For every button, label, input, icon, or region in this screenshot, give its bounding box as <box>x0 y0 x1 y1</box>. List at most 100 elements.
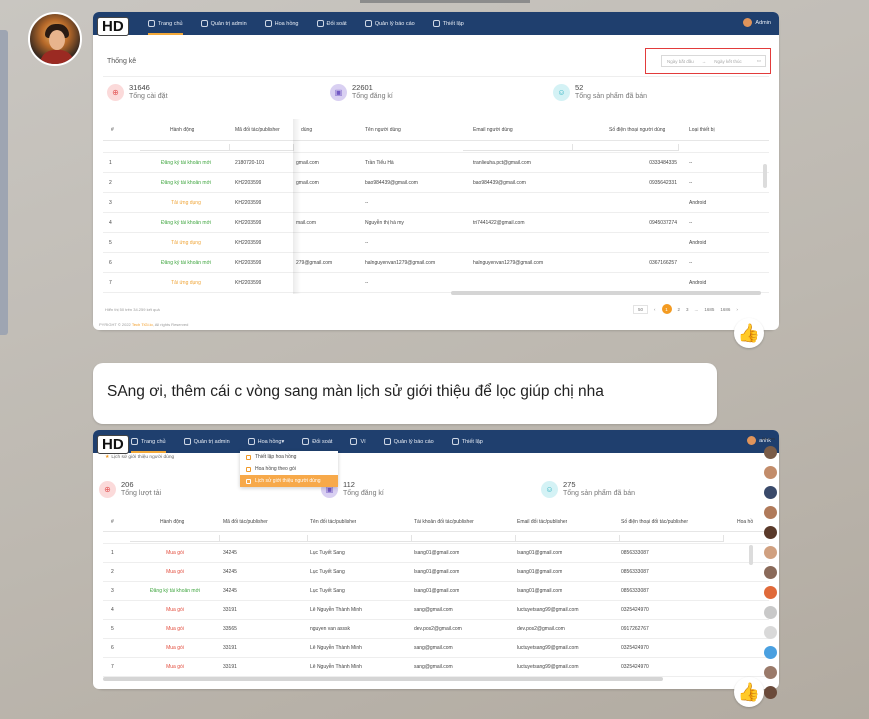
page-size-select[interactable]: 50 <box>633 304 649 314</box>
top-divider <box>360 0 530 3</box>
table-row[interactable]: 3 Tải ứng dụng KH2203599 -- Android <box>103 193 769 213</box>
seen-avatar[interactable] <box>764 606 777 619</box>
table-row[interactable]: 1 Đăng ký tài khoản mới 2180720-101 gmail.c… <box>103 153 769 173</box>
like-button-1[interactable]: 👍 <box>734 318 764 348</box>
filter-row <box>103 141 769 153</box>
filter-action[interactable] <box>130 535 220 542</box>
table-row[interactable]: 1 Mua gói 34245 Lục Tuyết Sang lsang01@gmail… <box>103 544 769 563</box>
left-scroll-strip[interactable] <box>0 30 8 335</box>
page-1685[interactable]: 1685 <box>704 307 714 312</box>
attached-screenshot-2[interactable]: HD Trang chủ Quản trị admin Hoa hồng ▾ Đ… <box>93 430 779 689</box>
table-row[interactable]: 7 Mua gói 33191 Lê Nguyễn Thành Minh sang@gm… <box>103 658 769 677</box>
sender-avatar[interactable] <box>28 12 82 66</box>
seen-avatar[interactable] <box>764 526 777 539</box>
seen-avatar[interactable] <box>764 506 777 519</box>
users-icon <box>183 438 191 445</box>
nav-reports[interactable]: Quản lý báo cáo <box>364 12 415 35</box>
top-navbar: Trang chủ Quản trị admin Hoa hồng Đối so… <box>93 12 779 35</box>
table-row[interactable]: 2 Đăng ký tài khoản mới KH2203599 gmail.com… <box>103 173 769 193</box>
data-table-2: # Hành động Mã đối tác/publisher Tên đối… <box>103 512 769 682</box>
nav-admin[interactable]: Quản trị admin <box>183 430 230 453</box>
nav-wallet[interactable]: Ví <box>350 430 366 453</box>
user-avatar <box>743 18 753 27</box>
attached-screenshot-1[interactable]: HD Trang chủ Quản trị admin Hoa hồng Đối… <box>93 12 779 330</box>
stat-downloads: ⊕ 206 Tổng lượt tải <box>99 480 161 498</box>
vertical-scrollbar[interactable] <box>763 164 767 188</box>
filter-phone[interactable] <box>573 144 679 151</box>
page-3[interactable]: 3 <box>686 307 689 312</box>
vertical-scrollbar[interactable] <box>749 545 753 565</box>
date-range-picker[interactable]: Ngày bắt đầu → Ngày kết thúc ▭ <box>661 55 766 67</box>
copyright: PYRIGHT © 2022 Tech TiGi.io, All rights … <box>99 322 189 327</box>
seen-avatar[interactable] <box>764 546 777 559</box>
nav-commission[interactable]: Hoa hồng ▾ <box>247 430 284 453</box>
user-icon: ☺ <box>553 83 570 101</box>
menu-item-referral-history[interactable]: Lịch sử giới thiệu người dùng <box>240 475 338 487</box>
table-row[interactable]: 7 Tải ứng dụng KH2203599 -- Android <box>103 273 769 293</box>
report-icon <box>364 20 372 27</box>
horizontal-scrollbar[interactable] <box>103 677 663 681</box>
filter-partner-name[interactable] <box>308 535 412 542</box>
stat-registrations: ▣ 22601 Tổng đăng kí <box>330 83 393 101</box>
nav-home[interactable]: Trang chủ <box>131 430 166 453</box>
thumbs-up-icon: 👍 <box>737 681 761 702</box>
nav-reports[interactable]: Quản lý báo cáo <box>383 430 434 453</box>
calendar-icon: ▭ <box>756 58 761 63</box>
seen-avatar[interactable] <box>764 686 777 699</box>
seen-by-strip: Đã xem <box>760 437 780 707</box>
home-icon <box>148 20 155 27</box>
seen-avatar[interactable] <box>764 646 777 659</box>
nav-admin[interactable]: Quản trị admin <box>200 12 247 35</box>
user-menu[interactable]: Admin <box>743 18 771 27</box>
nav-settings[interactable]: Thiết lập <box>451 430 483 453</box>
data-table-1: # Hành động Mã đối tác/publisher dùng Tê… <box>103 119 769 295</box>
seen-avatar[interactable] <box>764 446 777 459</box>
message-text: SAng ơi, thêm cái c vòng sang màn lịch s… <box>107 383 604 400</box>
seen-avatar[interactable] <box>764 486 777 499</box>
filter-partner-email[interactable] <box>516 535 620 542</box>
stat-products-sold: ☺ 275 Tổng sản phẩm đã bán <box>541 480 635 498</box>
nav-commission[interactable]: Hoa hồng <box>264 12 299 35</box>
home-icon <box>131 438 138 445</box>
result-summary: Hiển thị 50 trên 34.259 kết quả <box>105 307 160 312</box>
user-icon: ☺ <box>541 480 558 498</box>
next-page-icon[interactable]: › <box>736 307 738 312</box>
hd-badge: HD <box>97 17 129 36</box>
seen-avatar[interactable] <box>764 586 777 599</box>
seen-avatar[interactable] <box>764 626 777 639</box>
menu-item-commission-package[interactable]: Hoa hồng theo gói <box>240 463 338 475</box>
table-row[interactable]: 3 Đăng ký tài khoản mới 34245 Lục Tuyết San… <box>103 582 769 601</box>
seen-avatar[interactable] <box>764 666 777 679</box>
table-header: # Hành động Mã đối tác/publisher dùng Tê… <box>103 119 769 141</box>
table-row[interactable]: 6 Mua gói 33191 Lê Nguyễn Thành Minh sang@gm… <box>103 639 769 658</box>
filter-partner-phone[interactable] <box>620 535 724 542</box>
filter-action[interactable] <box>140 144 230 151</box>
nav-reconcile[interactable]: Đối soát <box>316 12 347 35</box>
page-2[interactable]: 2 <box>678 307 681 312</box>
table-row[interactable]: 6 Đăng ký tài khoản mới KH2203599 279@gmail… <box>103 253 769 273</box>
table-row[interactable]: 4 Đăng ký tài khoản mới KH2203599 mail.com N… <box>103 213 769 233</box>
table-header: # Hành động Mã đối tác/publisher Tên đối… <box>103 512 769 532</box>
page-1[interactable]: 1 <box>661 304 672 314</box>
nav-settings[interactable]: Thiết lập <box>432 12 464 35</box>
text-message[interactable]: SAng ơi, thêm cái c vòng sang màn lịch s… <box>93 363 717 424</box>
prev-page-icon[interactable]: ‹ <box>654 307 656 312</box>
horizontal-scrollbar[interactable] <box>451 291 761 295</box>
filter-partner-code[interactable] <box>230 144 294 151</box>
nav-home[interactable]: Trang chủ <box>148 12 183 35</box>
page-1686[interactable]: 1686 <box>720 307 730 312</box>
image-message-2[interactable]: HD Trang chủ Quản trị admin Hoa hồng ▾ Đ… <box>93 430 779 689</box>
menu-item-commission-setup[interactable]: Thiết lập hoa hồng <box>240 451 338 463</box>
filter-email[interactable] <box>463 144 573 151</box>
seen-avatar[interactable] <box>764 566 777 579</box>
filter-partner-code[interactable] <box>220 535 308 542</box>
nav-reconcile[interactable]: Đối soát <box>302 430 332 453</box>
seen-avatar[interactable] <box>764 466 777 479</box>
filter-partner-account[interactable] <box>412 535 516 542</box>
table-row[interactable]: 5 Mua gói 33565 nguyen van asssk dev.pos2@gm… <box>103 620 769 639</box>
table-row[interactable]: 4 Mua gói 33191 Lê Nguyễn Thành Minh sang@gm… <box>103 601 769 620</box>
stat-products-sold: ☺ 52 Tổng sản phẩm đã bán <box>553 83 647 101</box>
table-row[interactable]: 2 Mua gói 34245 Lục Tuyết Sang lsang01@gmail… <box>103 563 769 582</box>
image-message-1[interactable]: HD Trang chủ Quản trị admin Hoa hồng Đối… <box>93 12 779 330</box>
table-row[interactable]: 5 Tải ứng dụng KH2203599 -- Android <box>103 233 769 253</box>
